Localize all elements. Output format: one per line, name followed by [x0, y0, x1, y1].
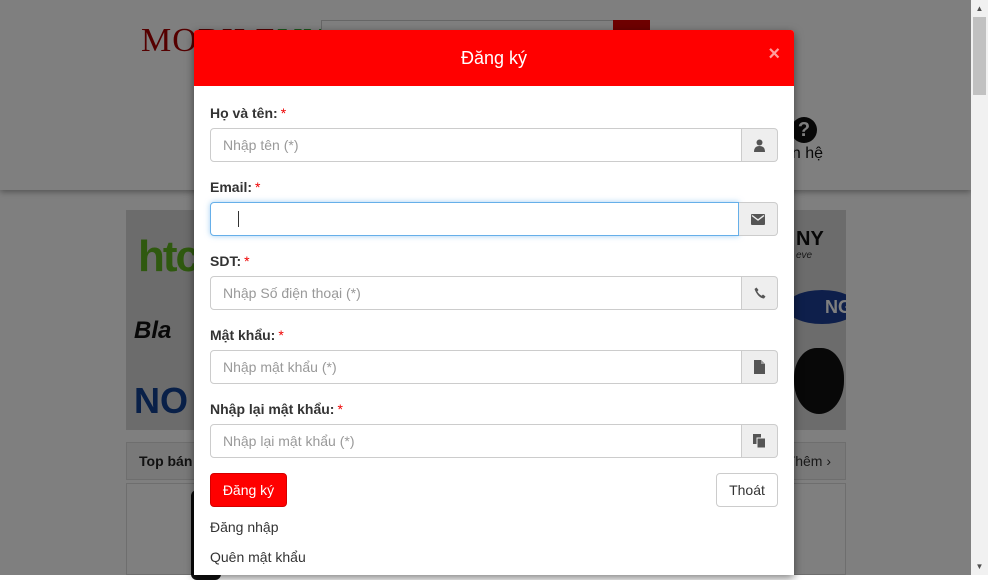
email-input[interactable]: [210, 202, 739, 236]
email-label-text: Email:: [210, 179, 253, 195]
phone-input-group: [210, 276, 778, 310]
register-modal: Đăng ký × Họ và tên:* Email:* SDT:* Mật …: [194, 30, 794, 575]
forgot-password-link[interactable]: Quên mật khẩu: [210, 549, 306, 565]
register-button[interactable]: Đăng ký: [210, 473, 287, 507]
scroll-down-arrow-icon[interactable]: ▼: [971, 558, 988, 575]
name-label: Họ và tên: *: [210, 105, 286, 121]
file-icon: [742, 350, 778, 384]
phone-icon: [742, 276, 778, 310]
required-mark: *: [280, 105, 287, 121]
modal-title: Đăng ký: [460, 48, 528, 68]
required-mark: *: [278, 327, 284, 343]
phone-input[interactable]: [210, 276, 742, 310]
name-input[interactable]: [210, 128, 742, 162]
required-mark: *: [255, 179, 261, 195]
copy-icon: [742, 424, 778, 458]
scroll-up-arrow-icon[interactable]: ▲: [971, 0, 988, 17]
modal-header: Đăng ký ×: [194, 30, 794, 86]
user-icon: [742, 128, 778, 162]
confirm-password-input-group: [210, 424, 778, 458]
password-input[interactable]: [210, 350, 742, 384]
page-scrollbar[interactable]: ▲ ▼: [971, 0, 988, 575]
confirm-password-label: Nhập lại mật khẩu: *: [210, 401, 343, 417]
password-input-group: [210, 350, 778, 384]
name-input-group: [210, 128, 778, 162]
login-link[interactable]: Đăng nhập: [210, 519, 279, 535]
required-mark: *: [337, 401, 343, 417]
password-label-text: Mật khẩu:: [210, 327, 276, 343]
close-icon[interactable]: ×: [768, 44, 780, 64]
email-input-group: [210, 202, 778, 236]
email-label: Email: *: [210, 179, 260, 195]
exit-button[interactable]: Thoát: [716, 473, 778, 507]
required-mark: *: [244, 253, 250, 269]
name-label-text: Họ và tên:: [210, 105, 278, 121]
password-label: Mật khẩu: *: [210, 327, 284, 343]
scroll-thumb[interactable]: [973, 17, 986, 95]
confirm-password-input[interactable]: [210, 424, 742, 458]
phone-label: SDT: *: [210, 253, 250, 269]
text-caret: [238, 211, 239, 227]
confirm-password-label-text: Nhập lại mật khẩu:: [210, 401, 335, 417]
envelope-icon: [739, 202, 778, 236]
phone-label-text: SDT:: [210, 253, 242, 269]
